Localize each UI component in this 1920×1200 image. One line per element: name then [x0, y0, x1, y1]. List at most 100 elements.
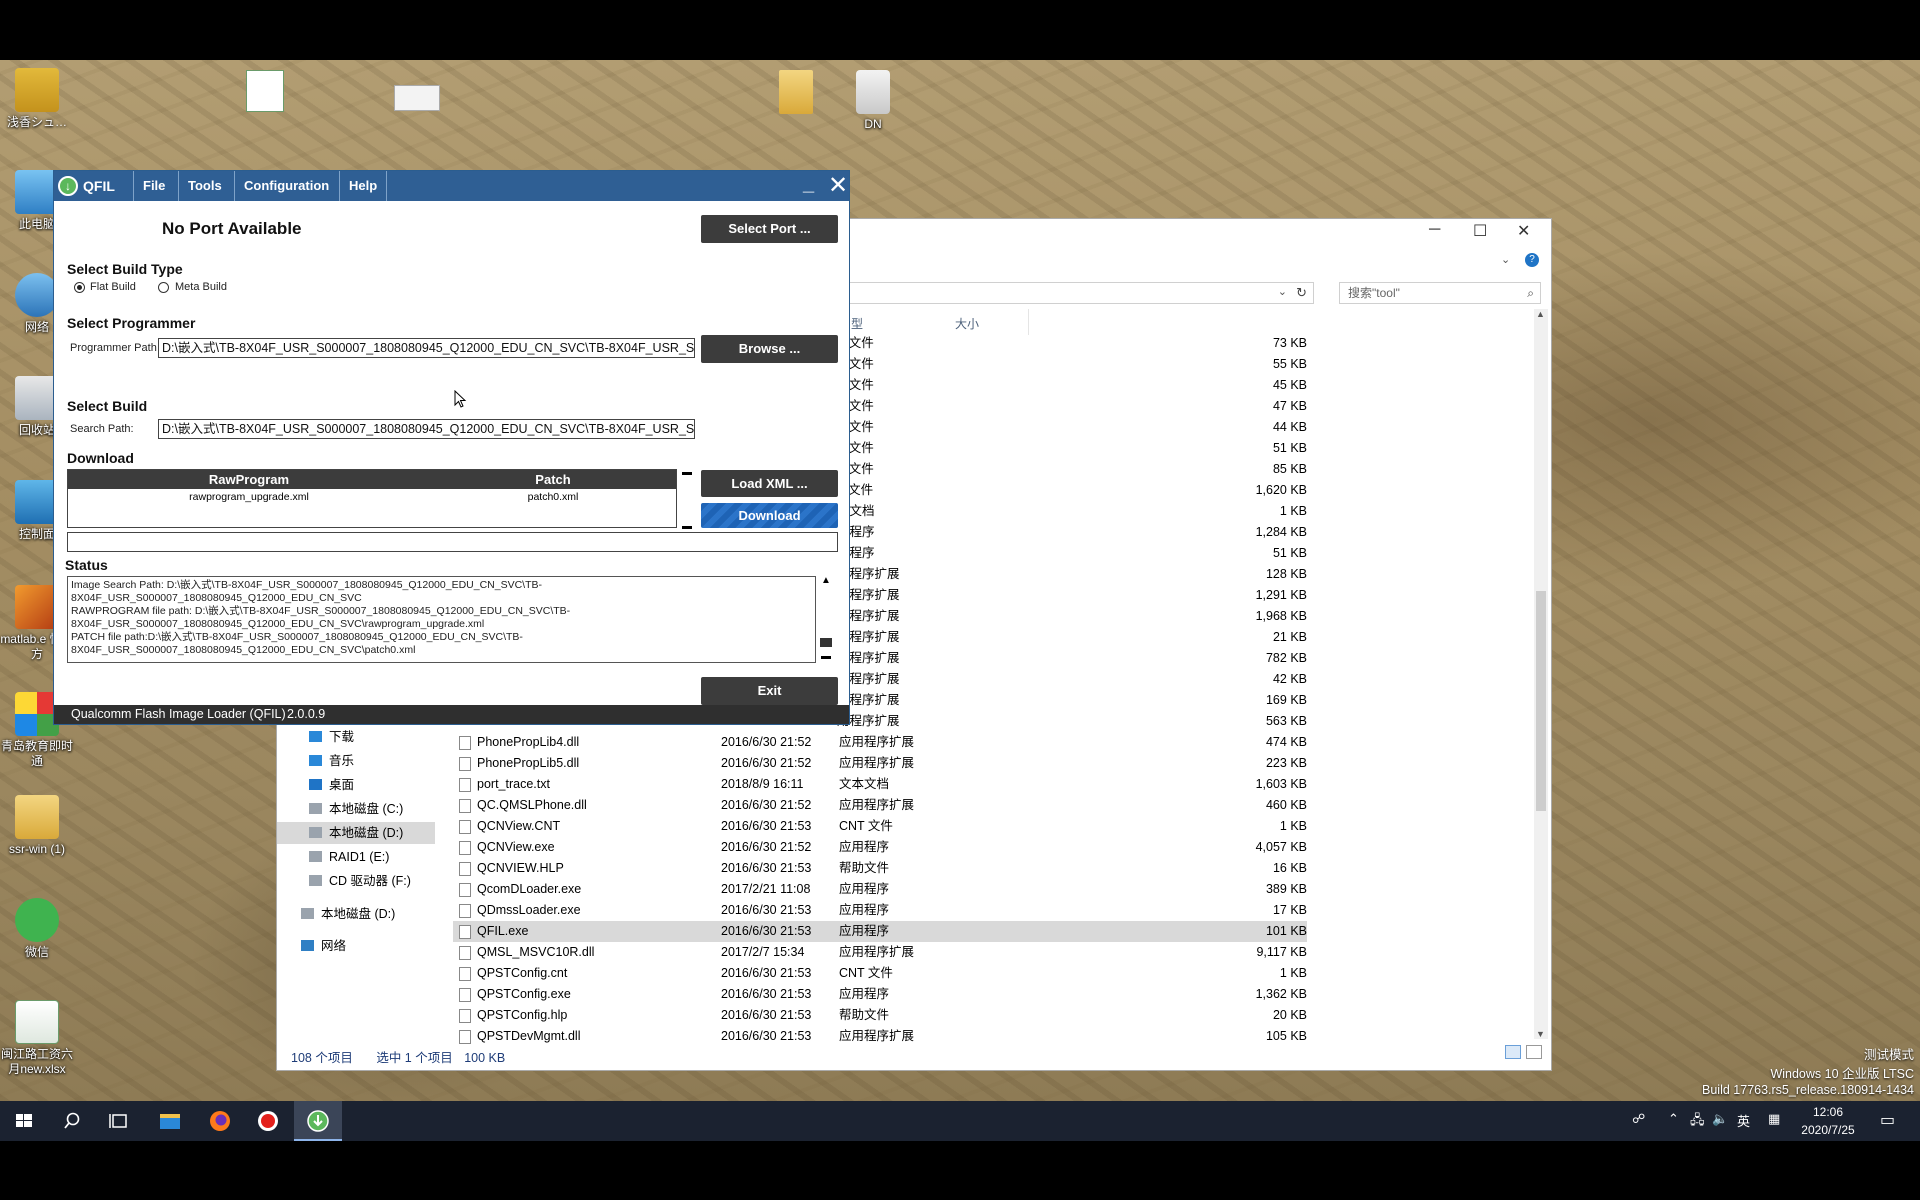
- file-explorer-button[interactable]: [146, 1101, 194, 1141]
- table-row[interactable]: X 文件 85 KB: [837, 459, 1307, 480]
- desktop-icon-dn[interactable]: DN: [833, 70, 913, 132]
- scroll-up-icon[interactable]: ▬: [682, 467, 692, 478]
- scroll-down-icon[interactable]: ▬: [821, 651, 831, 662]
- maximize-icon[interactable]: ☐: [1473, 221, 1487, 241]
- screen-recorder-button[interactable]: [244, 1101, 292, 1141]
- close-icon[interactable]: ✕: [828, 171, 848, 201]
- table-row[interactable]: QPSTConfig.hlp 2016/6/30 21:53 帮助文件 20 KB: [453, 1005, 1307, 1026]
- table-row[interactable]: QCNVIEW.HLP 2016/6/30 21:53 帮助文件 16 KB: [453, 858, 1307, 879]
- menu-help[interactable]: Help: [339, 171, 388, 201]
- desktop-icon-wechat[interactable]: 微信: [0, 898, 77, 960]
- table-row[interactable]: X 文件 51 KB: [837, 438, 1307, 459]
- scrollbar-thumb[interactable]: [1536, 591, 1546, 811]
- select-port-button[interactable]: Select Port ...: [701, 215, 838, 243]
- desktop-icon-ssr-win[interactable]: ssr-win (1): [0, 795, 77, 857]
- table-row[interactable]: PhonePropLib5.dll 2016/6/30 21:52 应用程序扩展 22…: [453, 753, 1307, 774]
- browse-button[interactable]: Browse ...: [701, 335, 838, 363]
- document-thumbnail-icon[interactable]: [394, 85, 440, 111]
- table-row[interactable]: QPSTConfig.exe 2016/6/30 21:53 应用程序 1,362 K…: [453, 984, 1307, 1005]
- notification-icon[interactable]: ▭: [1880, 1110, 1895, 1130]
- table-row[interactable]: rawprogram_upgrade.xml patch0.xml: [68, 491, 676, 507]
- table-row[interactable]: port_trace.txt 2018/8/9 16:11 文本文档 1,603 KB: [453, 774, 1307, 795]
- table-row[interactable]: X 文件 44 KB: [837, 417, 1307, 438]
- network-status-icon[interactable]: 🖧: [1690, 1111, 1705, 1133]
- table-row[interactable]: 用程序扩展 169 KB: [837, 690, 1307, 711]
- table-row[interactable]: 用程序扩展 1,968 KB: [837, 606, 1307, 627]
- flat-build-radio[interactable]: [74, 282, 85, 293]
- table-row[interactable]: 本文档 1 KB: [837, 501, 1307, 522]
- table-row[interactable]: F 文件 1,620 KB: [837, 480, 1307, 501]
- table-row[interactable]: QCNView.CNT 2016/6/30 21:53 CNT 文件 1 KB: [453, 816, 1307, 837]
- exit-button[interactable]: Exit: [701, 677, 838, 705]
- chevron-down-icon[interactable]: ⌄: [1501, 253, 1510, 266]
- meta-build-radio[interactable]: [158, 282, 169, 293]
- firefox-button[interactable]: [196, 1101, 244, 1141]
- scroll-down-icon[interactable]: ▼: [1536, 1029, 1545, 1039]
- sidebar-item[interactable]: RAID1 (E:): [277, 846, 435, 868]
- minimize-icon[interactable]: ─: [1429, 221, 1440, 239]
- download-button[interactable]: Download: [701, 503, 838, 528]
- sidebar-item[interactable]: 网络: [277, 935, 435, 957]
- start-button[interactable]: [0, 1101, 48, 1141]
- search-input[interactable]: 搜索"tool" ⌕: [1339, 282, 1541, 304]
- scroll-up-icon[interactable]: ▲: [1536, 309, 1545, 319]
- search-path-field[interactable]: D:\嵌入式\TB-8X04F_USR_S000007_1808080945_Q…: [158, 419, 695, 439]
- close-icon[interactable]: ✕: [1517, 221, 1530, 241]
- table-row[interactable]: X 文件 45 KB: [837, 375, 1307, 396]
- sidebar-item[interactable]: 本地磁盘 (D:): [277, 822, 435, 844]
- table-row[interactable]: QPSTDevMgmt.dll 2016/6/30 21:53 应用程序扩展 105 …: [453, 1026, 1307, 1047]
- table-row[interactable]: 用程序 51 KB: [837, 543, 1307, 564]
- ime-indicator[interactable]: 英: [1737, 1111, 1750, 1130]
- table-row[interactable]: 用程序扩展 42 KB: [837, 669, 1307, 690]
- menu-file[interactable]: File: [133, 171, 174, 201]
- sidebar-item[interactable]: 本地磁盘 (D:): [277, 903, 435, 925]
- scroll-up-icon[interactable]: ▲: [821, 575, 831, 586]
- search-button[interactable]: [48, 1101, 96, 1141]
- scrollbar-thumb[interactable]: [820, 638, 832, 647]
- chevron-down-icon[interactable]: ⌄: [1278, 285, 1287, 298]
- table-row[interactable]: QMSL_MSVC10R.dll 2017/2/7 15:34 应用程序扩展 9,11…: [453, 942, 1307, 963]
- refresh-icon[interactable]: ↻: [1296, 285, 1307, 301]
- people-icon[interactable]: ☍: [1632, 1111, 1645, 1127]
- clock[interactable]: 12:06 2020/7/25: [1788, 1103, 1868, 1139]
- programmer-path-field[interactable]: D:\嵌入式\TB-8X04F_USR_S000007_1808080945_Q…: [158, 338, 695, 358]
- task-view-button[interactable]: [96, 1101, 144, 1141]
- sidebar-item[interactable]: 音乐: [277, 750, 435, 772]
- help-icon[interactable]: ?: [1525, 253, 1539, 267]
- volume-icon[interactable]: 🔈: [1712, 1111, 1728, 1127]
- sidebar-item[interactable]: 本地磁盘 (C:): [277, 798, 435, 820]
- details-view-icon[interactable]: [1505, 1045, 1521, 1059]
- desktop-icon-salary-xlsx[interactable]: 闽江路工资六月new.xlsx: [0, 1000, 77, 1077]
- table-row[interactable]: QC.QMSLPhone.dll 2016/6/30 21:52 应用程序扩展 460…: [453, 795, 1307, 816]
- column-header-type[interactable]: 型: [851, 315, 863, 332]
- table-row[interactable]: QDmssLoader.exe 2016/6/30 21:53 应用程序 17 KB: [453, 900, 1307, 921]
- vertical-scrollbar[interactable]: ▲ ▼: [1534, 309, 1548, 1039]
- table-row[interactable]: QcomDLoader.exe 2017/2/21 11:08 应用程序 389 KB: [453, 879, 1307, 900]
- qfil-taskbar-button[interactable]: [294, 1101, 342, 1141]
- table-row[interactable]: 用程序扩展 782 KB: [837, 648, 1307, 669]
- desktop-icon-user[interactable]: 浅香シュ…: [0, 68, 77, 130]
- table-row[interactable]: QFIL.exe 2016/6/30 21:53 应用程序 101 KB: [453, 921, 1307, 942]
- load-xml-button[interactable]: Load XML ...: [701, 470, 838, 497]
- minimize-icon[interactable]: _: [803, 173, 814, 196]
- table-row[interactable]: X 文件 55 KB: [837, 354, 1307, 375]
- table-row[interactable]: QCNView.exe 2016/6/30 21:52 应用程序 4,057 KB: [453, 837, 1307, 858]
- sidebar-item[interactable]: 下载: [277, 726, 435, 748]
- table-row[interactable]: X 文件 73 KB: [837, 333, 1307, 354]
- table-row[interactable]: QPSTConfig.cnt 2016/6/30 21:53 CNT 文件 1 KB: [453, 963, 1307, 984]
- status-log[interactable]: Image Search Path: D:\嵌入式\TB-8X04F_USR_S…: [67, 576, 816, 663]
- column-header-size[interactable]: 大小: [955, 315, 979, 332]
- chevron-up-icon[interactable]: ⌃: [1668, 1111, 1679, 1127]
- scroll-down-icon[interactable]: ▬: [682, 521, 692, 532]
- spreadsheet-icon[interactable]: [246, 70, 284, 112]
- sidebar-item[interactable]: 桌面: [277, 774, 435, 796]
- large-icons-view-icon[interactable]: [1526, 1045, 1542, 1059]
- table-row[interactable]: PhonePropLib4.dll 2016/6/30 21:52 应用程序扩展 47…: [453, 732, 1307, 753]
- table-row[interactable]: 用程序 1,284 KB: [837, 522, 1307, 543]
- table-row[interactable]: 用程序扩展 128 KB: [837, 564, 1307, 585]
- ime-mode-icon[interactable]: ▦: [1768, 1111, 1780, 1127]
- folder-icon[interactable]: [779, 70, 813, 114]
- table-row[interactable]: X 文件 47 KB: [837, 396, 1307, 417]
- table-row[interactable]: 用程序扩展 21 KB: [837, 627, 1307, 648]
- table-row[interactable]: 用程序扩展 1,291 KB: [837, 585, 1307, 606]
